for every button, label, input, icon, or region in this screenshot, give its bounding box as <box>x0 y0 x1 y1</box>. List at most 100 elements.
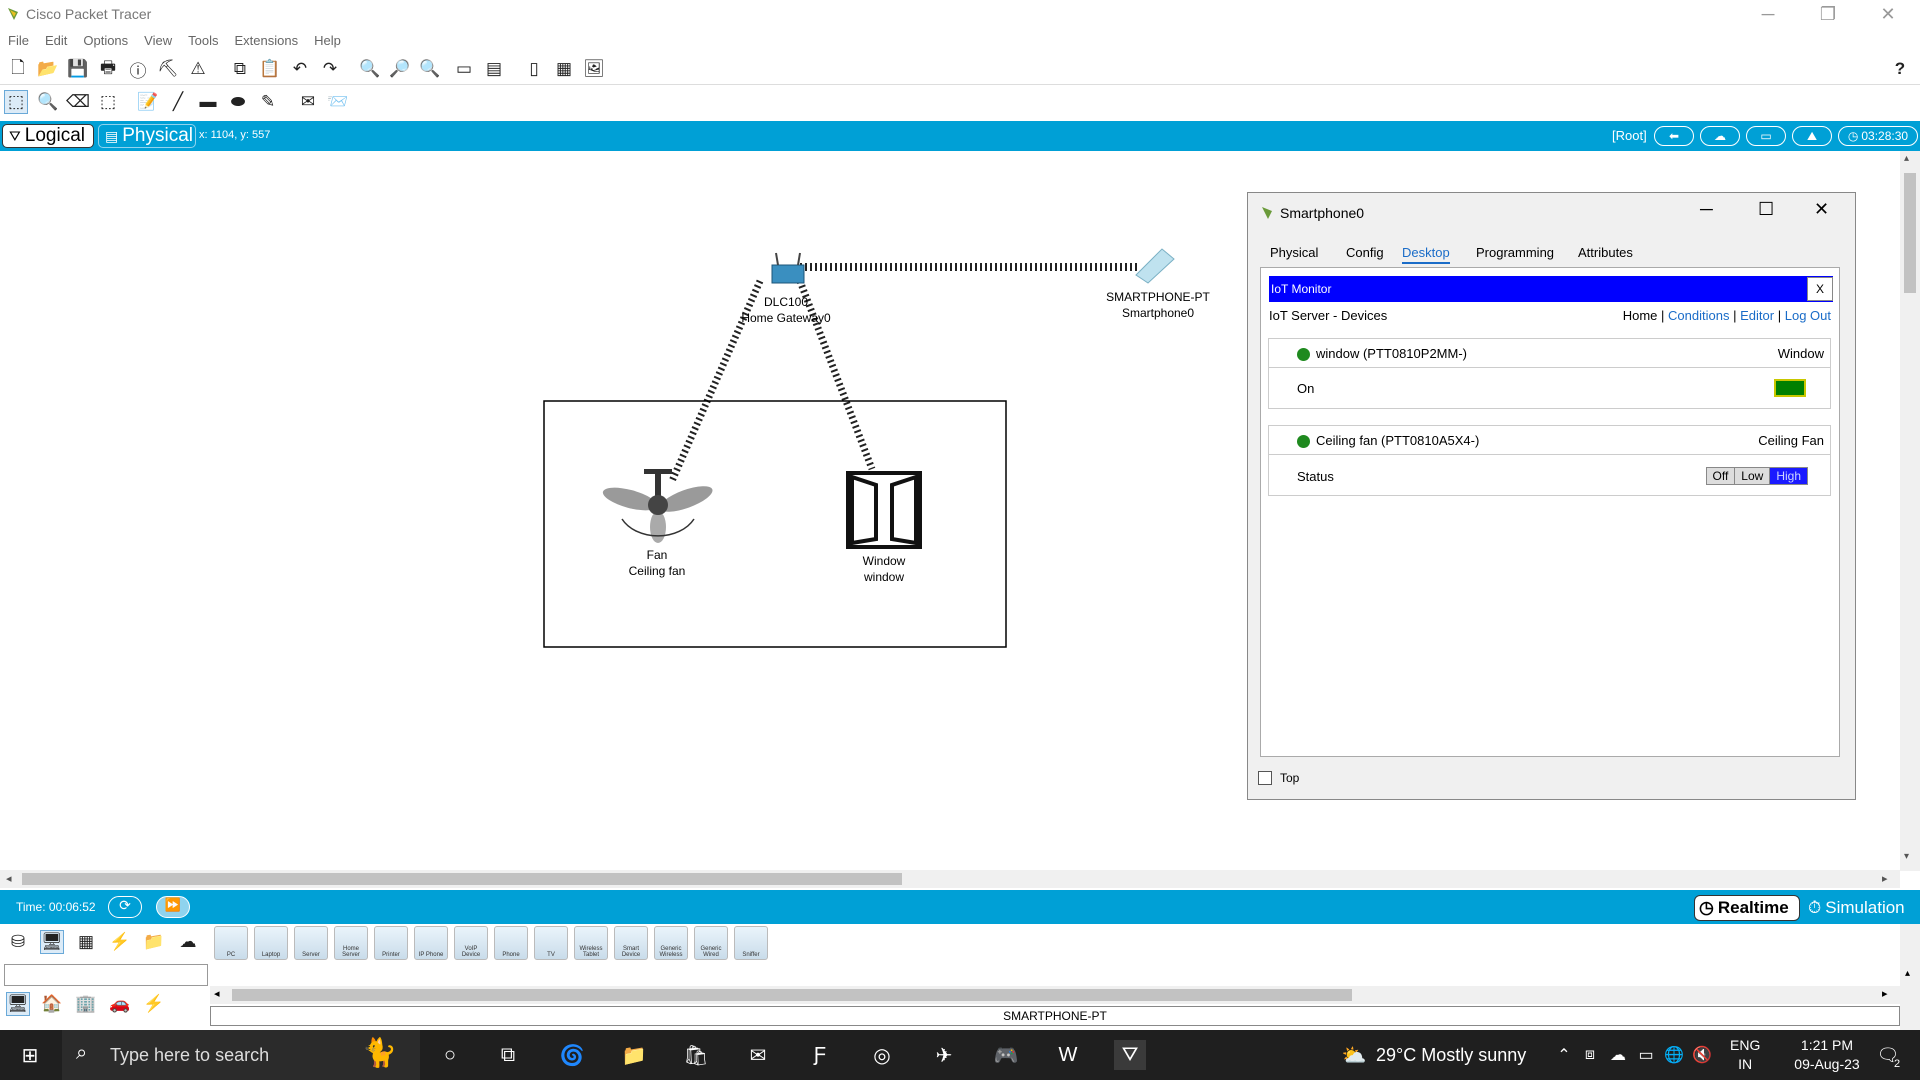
palette-side-scroll[interactable]: ▴ <box>1900 924 1920 1030</box>
minimize-icon[interactable]: ─ <box>1748 4 1788 25</box>
palette-device-ip-phone[interactable]: IP Phone <box>414 926 448 960</box>
smartphone-device-icon[interactable] <box>1132 245 1178 285</box>
palette-device-server[interactable]: Server <box>294 926 328 960</box>
scroll-left-icon[interactable]: ◂ <box>6 872 12 885</box>
palette-device-pc[interactable]: PC <box>214 926 248 960</box>
top-checkbox[interactable] <box>1258 771 1272 785</box>
palette-device-home-server[interactable]: Home Server <box>334 926 368 960</box>
palette-device-tv[interactable]: TV <box>534 926 568 960</box>
device-row-window[interactable]: window (PTT0810P2MM-) Window <box>1268 338 1831 368</box>
weather-text[interactable]: 29°C Mostly sunny <box>1376 1045 1526 1066</box>
smart-city-icon[interactable]: 🏢 <box>74 992 98 1016</box>
zoom-out-icon[interactable]: 🔍 <box>418 57 442 81</box>
simulation-mode-button[interactable]: ⏱ Simulation <box>1804 895 1920 921</box>
chrome-icon[interactable]: ◎ <box>866 1040 898 1070</box>
menu-options[interactable]: Options <box>75 30 136 52</box>
info-icon[interactable]: ⓘ <box>126 57 150 81</box>
copy-icon[interactable]: ⧉ <box>228 57 252 81</box>
f-app-icon[interactable]: Ƒ <box>804 1040 836 1070</box>
menu-tools[interactable]: Tools <box>180 30 226 52</box>
fast-forward-icon[interactable]: ⏩ <box>156 896 190 918</box>
telegram-icon[interactable]: ✈ <box>928 1040 960 1070</box>
screenshot-icon[interactable]: 🖼 <box>582 57 606 81</box>
mail-icon[interactable]: ✉ <box>742 1040 774 1070</box>
tab-desktop[interactable]: Desktop <box>1402 245 1450 264</box>
device-search-field[interactable] <box>4 964 208 986</box>
close-icon[interactable]: ✕ <box>1868 4 1908 25</box>
ceiling-fan-icon[interactable] <box>600 469 716 549</box>
vertical-scrollbar[interactable]: ▴ ▾ <box>1900 151 1920 871</box>
iot-monitor-close-button[interactable]: X <box>1807 277 1833 301</box>
freeform-icon[interactable]: ✎ <box>256 90 280 114</box>
zoom-in-icon[interactable]: 🔍 <box>358 57 382 81</box>
print-icon[interactable]: 🖶 <box>96 57 120 81</box>
window-state-indicator[interactable] <box>1774 379 1806 397</box>
packet-tracer-taskbar-icon[interactable]: ⛛ <box>1114 1040 1146 1070</box>
dialog-minimize-icon[interactable]: ─ <box>1700 199 1713 220</box>
file-explorer-icon[interactable]: 📁 <box>618 1040 650 1070</box>
add-simple-pdu-icon[interactable]: ✉ <box>296 90 320 114</box>
scroll-right-icon[interactable]: ▸ <box>1882 872 1888 885</box>
menu-help[interactable]: Help <box>306 30 349 52</box>
horizontal-scroll-thumb[interactable] <box>22 873 902 885</box>
end-devices-sub-icon[interactable]: 🖥 <box>6 992 30 1016</box>
resize-icon[interactable]: ⬚ <box>96 90 120 114</box>
scroll-down-icon[interactable]: ▾ <box>1904 851 1909 862</box>
new-cluster-icon[interactable]: ▭ <box>1746 126 1786 146</box>
help-icon[interactable]: ? <box>1888 57 1912 81</box>
language-indicator[interactable]: ENG IN <box>1730 1036 1760 1074</box>
open-folder-icon[interactable]: 📂 <box>36 57 60 81</box>
volume-muted-icon[interactable]: 🔇 <box>1686 1040 1718 1070</box>
save-icon[interactable]: 💾 <box>66 57 90 81</box>
taskbar-search-box[interactable]: ⌕ Type here to search 🐈 <box>62 1030 420 1080</box>
line-icon[interactable]: ╱ <box>166 90 190 114</box>
new-file-icon[interactable]: 🗋 <box>6 57 30 81</box>
palette-scroll-right-icon[interactable]: ▸ <box>1882 987 1888 1000</box>
select-icon[interactable]: ⬚ <box>4 90 28 114</box>
palette-device-printer[interactable]: Printer <box>374 926 408 960</box>
game-app-icon[interactable]: 🎮 <box>990 1040 1022 1070</box>
menu-edit[interactable]: Edit <box>37 30 75 52</box>
paste-icon[interactable]: 📋 <box>258 57 282 81</box>
scroll-up-icon[interactable]: ▴ <box>1904 153 1909 164</box>
undo-icon[interactable]: ↶ <box>288 57 312 81</box>
tab-config[interactable]: Config <box>1346 245 1384 260</box>
tab-attributes[interactable]: Attributes <box>1578 245 1633 260</box>
power-grid-icon[interactable]: ⚡ <box>142 992 166 1016</box>
fan-level-low-button[interactable]: Low <box>1734 467 1771 485</box>
nav-home[interactable]: Home <box>1623 308 1658 323</box>
network-devices-icon[interactable]: ⛁ <box>6 930 30 954</box>
taskbar-clock[interactable]: 1:21 PM 09-Aug-23 <box>1782 1036 1872 1074</box>
palette-device-phone[interactable]: Phone <box>494 926 528 960</box>
nav-conditions[interactable]: Conditions <box>1668 308 1729 323</box>
menu-view[interactable]: View <box>136 30 180 52</box>
connections-icon[interactable]: ⚡ <box>108 930 132 954</box>
menu-extensions[interactable]: Extensions <box>226 30 306 52</box>
custom-device-icon[interactable]: ▤ <box>482 57 506 81</box>
palette-device-wireless-tablet[interactable]: Wireless Tablet <box>574 926 608 960</box>
palette-scroll-up-icon[interactable]: ▴ <box>1905 968 1910 979</box>
palette-scroll-thumb[interactable] <box>232 989 1352 1001</box>
fan-level-off-button[interactable]: Off <box>1705 467 1736 485</box>
home-devices-icon[interactable]: 🏠 <box>40 992 64 1016</box>
word-icon[interactable]: W <box>1052 1040 1084 1070</box>
zoom-reset-icon[interactable]: 🔎 <box>388 57 412 81</box>
delete-icon[interactable]: ⌫ <box>66 90 90 114</box>
background-icon[interactable]: ⛰ <box>1792 126 1832 146</box>
realtime-mode-button[interactable]: ◷ Realtime <box>1694 895 1800 921</box>
palette-device-generic-wired[interactable]: Generic Wired <box>694 926 728 960</box>
nav-logout[interactable]: Log Out <box>1785 308 1831 323</box>
palette-device-voip-device[interactable]: VoIP Device <box>454 926 488 960</box>
palette-device-smart-device[interactable]: Smart Device <box>614 926 648 960</box>
restore-icon[interactable]: ❐ <box>1808 4 1848 25</box>
cortana-icon[interactable]: ○ <box>434 1040 466 1070</box>
tab-programming[interactable]: Programming <box>1476 245 1554 260</box>
drawing-palette-icon[interactable]: ▭ <box>452 57 476 81</box>
wizard-icon[interactable]: ⛏ <box>156 57 180 81</box>
root-label[interactable]: [Root] <box>1612 128 1647 143</box>
misc-icon[interactable]: 📁 <box>142 930 166 954</box>
store-icon[interactable]: 🛍 <box>680 1040 712 1070</box>
window-device-icon[interactable] <box>846 471 922 549</box>
dialog-close-icon[interactable]: ✕ <box>1814 199 1829 220</box>
inspect-icon[interactable]: 🔍 <box>36 90 60 114</box>
